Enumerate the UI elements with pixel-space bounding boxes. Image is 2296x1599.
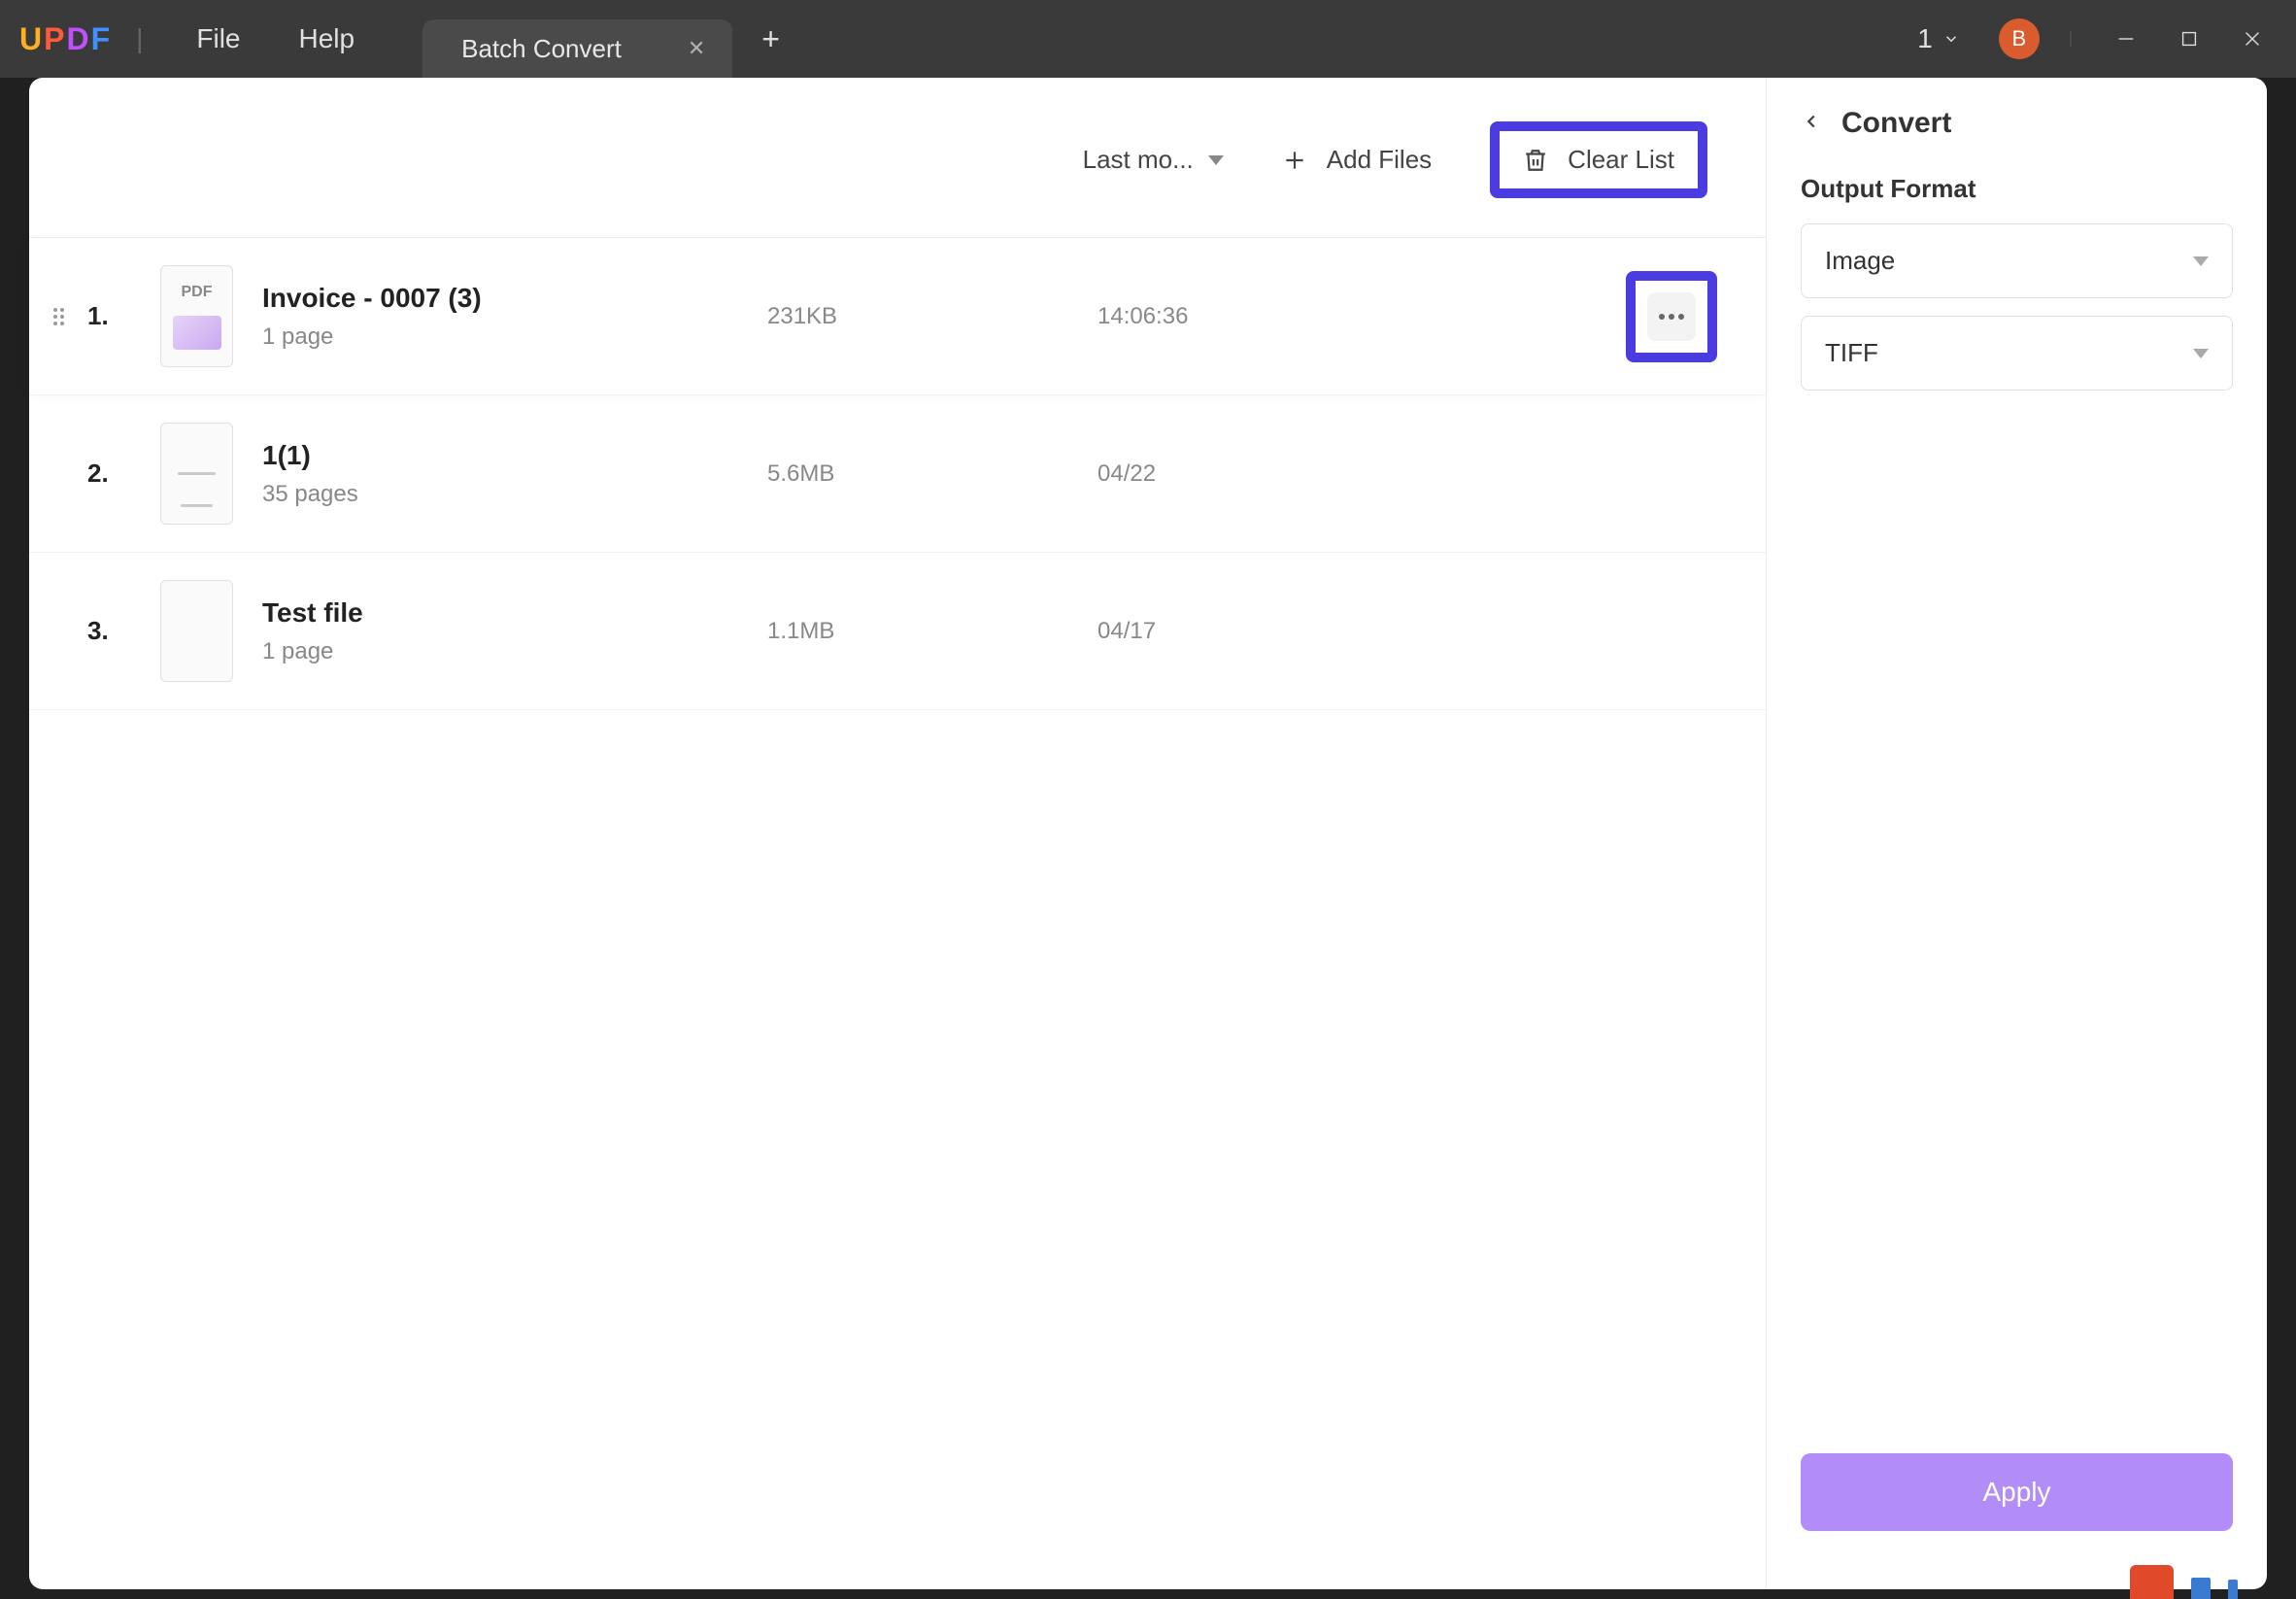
avatar[interactable]: B (1999, 18, 2040, 59)
caret-down-icon (2193, 256, 2209, 266)
file-row[interactable]: 3. Test file 1 page 1.1MB 04/17 (29, 553, 1766, 710)
divider: | (2069, 30, 2073, 48)
file-title: Test file (262, 597, 767, 629)
app-logo: UPDF (19, 21, 112, 57)
row-number: 2. (87, 459, 121, 489)
chevron-left-icon (1801, 111, 1822, 132)
new-tab-button[interactable]: + (761, 21, 780, 57)
drag-handle-icon[interactable] (53, 308, 73, 325)
maximize-button[interactable] (2165, 15, 2213, 63)
content-area: Last mo... Add Files Clear List 1. PD (29, 78, 1766, 1589)
close-button[interactable] (2228, 15, 2277, 63)
output-subtype-select[interactable]: TIFF (1801, 316, 2233, 391)
file-pages: 1 page (262, 638, 767, 665)
file-row[interactable]: 2. 1(1) 35 pages 5.6MB 04/22 (29, 395, 1766, 553)
file-info: Invoice - 0007 (3) 1 page (262, 283, 767, 351)
file-list: 1. PDF Invoice - 0007 (3) 1 page 231KB 1… (29, 237, 1766, 1560)
apply-button[interactable]: Apply (1801, 1453, 2233, 1531)
chevron-down-icon (1942, 30, 1960, 48)
pdf-badge: PDF (182, 284, 213, 301)
trash-icon (1523, 148, 1548, 173)
clear-list-label: Clear List (1568, 145, 1674, 175)
panel-title: Convert (1841, 107, 1951, 140)
more-button-highlight (1626, 271, 1717, 362)
file-date: 04/22 (1097, 460, 1428, 488)
panel-section-title: Output Format (1767, 174, 2267, 223)
tab-batch-convert[interactable]: Batch Convert ✕ (422, 19, 732, 78)
file-date: 14:06:36 (1097, 303, 1428, 330)
file-size: 5.6MB (767, 460, 1097, 488)
file-size: 1.1MB (767, 618, 1097, 645)
file-date: 04/17 (1097, 618, 1428, 645)
taskbar-peek (2130, 1565, 2238, 1599)
tab-title: Batch Convert (461, 34, 622, 64)
file-thumbnail: PDF (160, 265, 233, 367)
file-thumbnail (160, 423, 233, 525)
menu-help[interactable]: Help (270, 23, 385, 54)
titlebar-right: 1 B | (1908, 15, 2277, 63)
caret-down-icon (2193, 349, 2209, 358)
file-size: 231KB (767, 303, 1097, 330)
toolbar: Last mo... Add Files Clear List (29, 121, 1766, 237)
file-pages: 35 pages (262, 481, 767, 508)
sort-label: Last mo... (1083, 145, 1194, 175)
titlebar: UPDF | File Help Batch Convert ✕ + 1 B | (0, 0, 2296, 78)
panel-back-button[interactable] (1801, 111, 1822, 137)
divider: | (136, 23, 143, 54)
file-title: 1(1) (262, 440, 767, 471)
tab-count-dropdown[interactable]: 1 (1908, 18, 1970, 59)
menu-file[interactable]: File (167, 23, 269, 54)
file-info: 1(1) 35 pages (262, 440, 767, 508)
more-icon (1659, 314, 1684, 320)
minimize-button[interactable] (2102, 15, 2150, 63)
taskbar-icon (2191, 1578, 2211, 1599)
add-files-label: Add Files (1327, 145, 1432, 175)
file-row[interactable]: 1. PDF Invoice - 0007 (3) 1 page 231KB 1… (29, 238, 1766, 395)
panel-header: Convert (1767, 102, 2267, 174)
add-files-button[interactable]: Add Files (1253, 123, 1461, 196)
format-value: Image (1825, 246, 1895, 276)
tabcount-value: 1 (1917, 23, 1933, 54)
panel-body: Image TIFF (1767, 223, 2267, 408)
file-thumbnail (160, 580, 233, 682)
file-title: Invoice - 0007 (3) (262, 283, 767, 314)
subtype-value: TIFF (1825, 338, 1878, 368)
side-panel: Convert Output Format Image TIFF Apply (1766, 78, 2267, 1589)
main-window: Last mo... Add Files Clear List 1. PD (29, 78, 2267, 1589)
taskbar-icon (2130, 1565, 2174, 1599)
plus-icon (1282, 148, 1307, 173)
caret-down-icon (1208, 155, 1224, 165)
tab-close-icon[interactable]: ✕ (680, 28, 713, 69)
taskbar-icon (2228, 1580, 2238, 1599)
file-info: Test file 1 page (262, 597, 767, 665)
panel-footer: Apply (1767, 1453, 2267, 1565)
row-number: 1. (87, 301, 121, 331)
output-format-select[interactable]: Image (1801, 223, 2233, 298)
clear-list-button[interactable]: Clear List (1490, 121, 1707, 198)
sort-dropdown[interactable]: Last mo... (1083, 145, 1224, 175)
more-button[interactable] (1647, 292, 1696, 341)
row-number: 3. (87, 616, 121, 646)
file-pages: 1 page (262, 323, 767, 351)
